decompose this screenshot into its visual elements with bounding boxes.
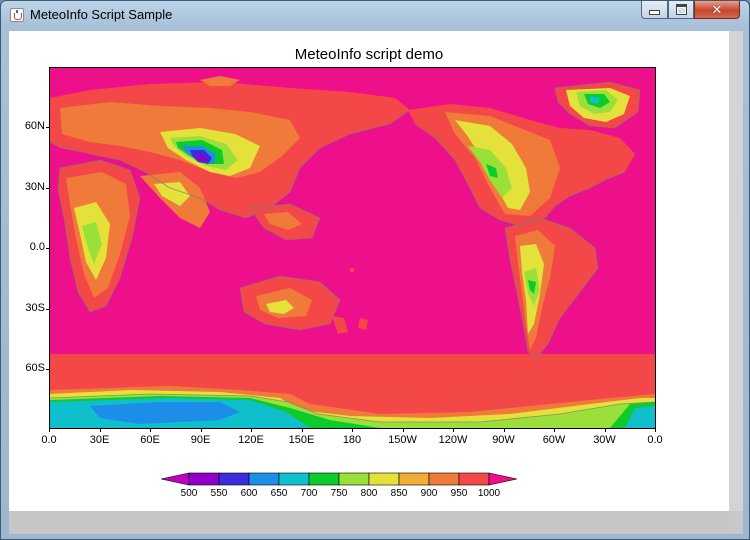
x-tick-mark <box>503 429 505 432</box>
horizontal-scrollbar[interactable] <box>9 511 729 534</box>
x-tick-label: 90W <box>492 434 515 446</box>
x-tick-mark <box>150 429 151 432</box>
colorbar-level-label: 600 <box>240 488 258 499</box>
vertical-scrollbar[interactable] <box>729 31 743 511</box>
maximize-icon <box>675 4 687 15</box>
java-cup-icon[interactable] <box>10 8 24 22</box>
x-tick-label: 0.0 <box>41 434 57 446</box>
colorbar-level-label: 750 <box>330 488 348 499</box>
x-tick-mark <box>453 429 454 432</box>
x-tick-mark <box>604 429 606 432</box>
y-tick-mark <box>46 248 49 249</box>
x-tick-label: 0.0 <box>647 434 663 446</box>
x-tick-label: 30W <box>593 434 616 446</box>
y-tick-label: 30S <box>25 301 45 314</box>
x-tick-label: 150E <box>288 434 315 446</box>
figure-canvas: MeteoInfo script demo 500 550 600 650 70… <box>9 31 729 511</box>
colorbar-swatch <box>458 472 490 486</box>
colorbar-swatch <box>428 472 460 486</box>
y-tick-label: 60N <box>24 120 45 132</box>
x-tick-label: 120E <box>238 434 264 446</box>
colorbar-level-label: 1000 <box>477 488 501 499</box>
map-plot-area <box>49 67 656 429</box>
colorbar-swatch <box>308 472 340 486</box>
colorbar-swatch <box>398 472 430 486</box>
maximize-button[interactable] <box>668 1 694 19</box>
minimize-button[interactable] <box>641 1 668 19</box>
colorbar-swatch <box>248 472 280 486</box>
x-tick-label: 150W <box>388 434 417 446</box>
colorbar-swatch <box>338 472 370 486</box>
colorbar-level-label: 650 <box>270 488 288 499</box>
y-tick-mark <box>46 127 49 128</box>
y-tick-mark <box>46 308 49 310</box>
x-tick-mark <box>655 429 656 432</box>
x-tick-label: 90E <box>190 434 211 446</box>
colorbar-level-label: 550 <box>210 488 228 499</box>
colorbar-level-label: 850 <box>390 488 408 499</box>
x-tick-mark <box>402 429 404 432</box>
app-window: MeteoInfo Script Sample ✕ MeteoInfo scri… <box>0 0 750 540</box>
close-icon: ✕ <box>711 2 723 17</box>
colorbar-swatch <box>278 472 310 486</box>
colorbar-over-triangle <box>488 472 518 486</box>
colorbar: 500 550 600 650 700 750 800 850 900 950 1000 <box>159 471 519 501</box>
x-tick-mark <box>554 429 555 432</box>
x-tick-mark <box>99 429 101 432</box>
minimize-icon <box>649 9 660 15</box>
colorbar-level-label: 700 <box>300 488 318 499</box>
colorbar-swatch <box>368 472 400 486</box>
x-tick-mark <box>352 429 353 432</box>
x-tick-label: 180 <box>342 434 362 446</box>
plot-title: MeteoInfo script demo <box>294 46 444 63</box>
y-tick-label: 0.0 <box>29 241 45 253</box>
x-tick-label: 60E <box>140 434 160 446</box>
x-tick-mark <box>251 429 252 432</box>
colorbar-level-label: 950 <box>450 488 468 499</box>
client-area: MeteoInfo script demo 500 550 600 650 70… <box>9 31 743 534</box>
x-tick-mark <box>301 429 303 432</box>
x-tick-mark <box>200 429 202 432</box>
colorbar-level-label: 800 <box>360 488 378 499</box>
colorbar-swatch <box>218 472 250 486</box>
title-bar[interactable]: MeteoInfo Script Sample ✕ <box>1 1 749 29</box>
contour-map <box>50 68 655 428</box>
x-tick-mark <box>49 429 50 432</box>
y-tick-mark <box>46 369 49 370</box>
y-tick-label: 60S <box>25 362 45 374</box>
colorbar-swatch <box>188 472 220 486</box>
y-tick-label: 30N <box>24 180 45 193</box>
close-button[interactable]: ✕ <box>694 1 740 19</box>
x-tick-label: 120W <box>438 434 468 446</box>
colorbar-level-label: 500 <box>180 488 198 499</box>
window-title: MeteoInfo Script Sample <box>30 7 173 22</box>
colorbar-level-label: 900 <box>420 488 438 499</box>
x-tick-label: 30E <box>89 434 110 446</box>
colorbar-swatches <box>160 472 518 486</box>
colorbar-under-triangle <box>160 472 190 486</box>
y-tick-mark <box>46 187 49 189</box>
x-tick-label: 60W <box>542 434 566 446</box>
